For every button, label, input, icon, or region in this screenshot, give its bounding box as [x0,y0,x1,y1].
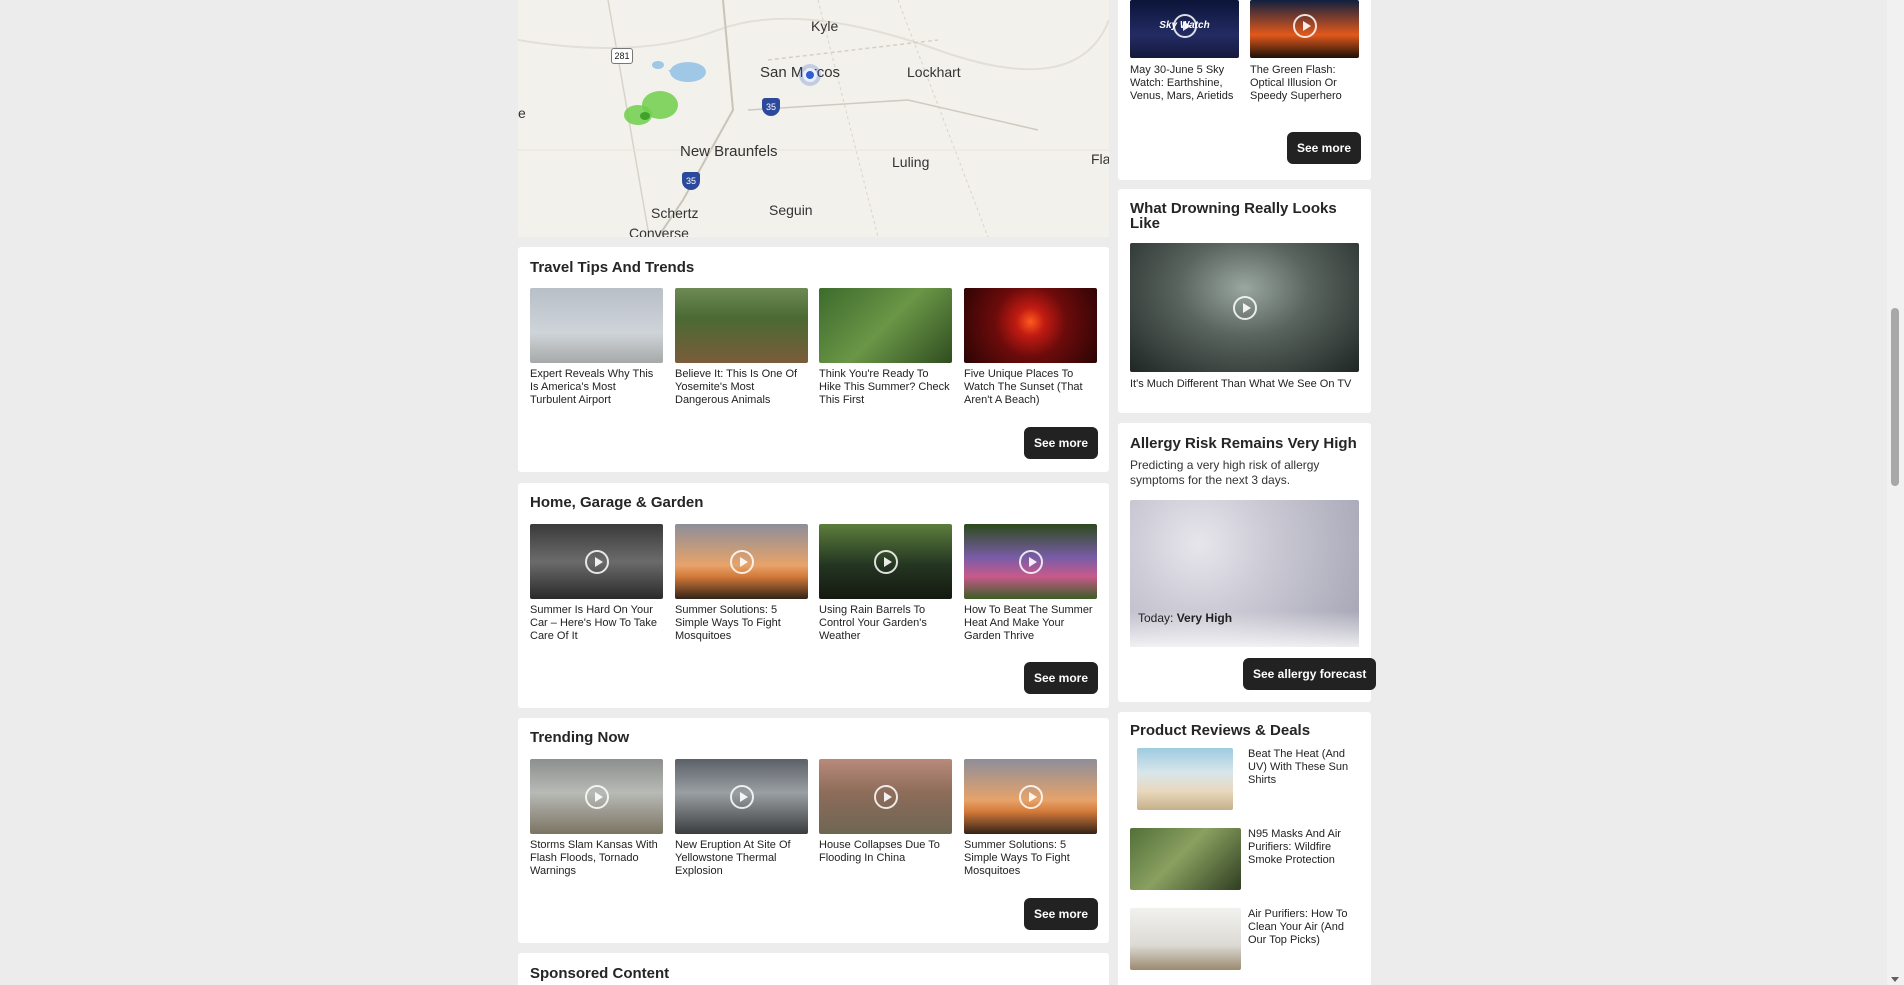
video-caption[interactable]: May 30-June 5 Sky Watch: Earthshine, Ven… [1130,64,1239,103]
video-thumbnail[interactable] [675,759,808,834]
interstate-shield-icon: 35 [762,98,780,116]
play-icon [1232,295,1257,320]
play-icon [1292,14,1317,38]
card-title: What Drowning Really Looks Like [1130,200,1337,232]
allergy-description: Predicting a very high risk of allergy s… [1130,458,1320,487]
page-scrollbar[interactable] [1887,0,1904,985]
video-caption[interactable]: Summer Solutions: 5 Simple Ways To Fight… [675,604,808,643]
sponsored-content-section: Sponsored Content [518,953,1109,985]
video-thumbnail[interactable] [530,524,663,599]
video-caption[interactable]: Summer Solutions: 5 Simple Ways To Fight… [964,839,1097,878]
sidebar-videos-card: Sky Watch May 30-June 5 Sky Watch: Earth… [1118,0,1371,180]
pollen-image: Today: Very High [1130,500,1359,647]
map-city-label: e [518,105,526,121]
play-icon [584,549,609,574]
scrollbar-thumb[interactable] [1891,308,1899,486]
article-thumbnail[interactable] [675,288,808,363]
map-city-label: Seguin [769,202,813,218]
map-city-label: Lockhart [907,64,961,80]
section-title: Sponsored Content [530,965,670,982]
play-icon [584,784,609,809]
article-caption[interactable]: Think You're Ready To Hike This Summer? … [819,368,952,407]
product-thumbnail[interactable] [1130,908,1241,970]
video-thumbnail[interactable] [964,759,1097,834]
video-caption[interactable]: Using Rain Barrels To Control Your Garde… [819,604,952,643]
play-icon [1018,549,1043,574]
home-garage-garden-section: Home, Garage & Garden Summer Is Hard On … [518,483,1109,708]
highway-number: 281 [614,51,630,61]
article-caption[interactable]: Believe It: This Is One Of Yosemite's Mo… [675,368,808,407]
map-city-label: Luling [892,154,930,170]
highway-number: 35 [765,102,776,112]
product-thumbnail[interactable] [1130,828,1241,890]
map-city-label: Kyle [811,18,839,34]
section-title: Trending Now [530,729,630,746]
play-icon [873,784,898,809]
allergy-today-row: Today: Very High [1138,611,1232,625]
map-city-label: Schertz [651,205,699,221]
see-more-button[interactable]: See more [1024,898,1099,930]
article-thumbnail[interactable] [964,288,1097,363]
video-thumbnail[interactable] [675,524,808,599]
map-roads [518,0,1109,237]
map-city-label: San Marcos [760,64,841,81]
video-thumbnail[interactable] [819,524,952,599]
video-thumbnail[interactable] [530,759,663,834]
see-more-button[interactable]: See more [1024,427,1099,459]
radar-map[interactable]: Kyle San Marcos Lockhart New Braunfels L… [518,0,1109,237]
article-thumbnail[interactable] [530,288,663,363]
product-caption[interactable]: Beat The Heat (And UV) With These Sun Sh… [1248,748,1358,787]
location-pin-icon [803,68,817,82]
product-caption[interactable]: Air Purifiers: How To Clean Your Air (An… [1248,908,1358,947]
video-thumbnail[interactable] [1250,0,1359,58]
map-city-label: Converse [629,225,689,237]
map-city-label: Fla [1091,151,1109,167]
highway-number: 35 [685,176,696,186]
video-caption[interactable]: How To Beat The Summer Heat And Make You… [964,604,1097,643]
allergy-today-label: Today: [1138,611,1174,625]
section-title: Home, Garage & Garden [530,494,704,511]
video-caption[interactable]: New Eruption At Site Of Yellowstone Ther… [675,839,808,878]
see-more-button[interactable]: See more [1024,662,1099,694]
scroll-down-arrow-icon[interactable] [1891,977,1899,982]
allergy-today-value: Very High [1176,611,1233,625]
trending-now-section: Trending Now Storms Slam Kansas With Fla… [518,718,1109,943]
allergy-card: Allergy Risk Remains Very High Predictin… [1118,423,1377,702]
play-icon [1172,14,1197,38]
map-city-label: New Braunfels [680,143,778,160]
video-thumbnail[interactable] [819,759,952,834]
highway-shield-icon: 281 [611,48,633,64]
product-thumbnail[interactable] [1137,748,1233,810]
video-caption[interactable]: House Collapses Due To Flooding In China [819,839,952,865]
section-title: Travel Tips And Trends [530,259,695,276]
video-thumbnail[interactable] [964,524,1097,599]
play-icon [729,784,754,809]
card-title: Product Reviews & Deals [1130,722,1311,739]
travel-tips-section: Travel Tips And Trends Expert Reveals Wh… [518,247,1109,472]
video-caption[interactable]: Storms Slam Kansas With Flash Floods, To… [530,839,663,878]
video-caption[interactable]: Summer Is Hard On Your Car – Here's How … [530,604,663,643]
article-caption[interactable]: Expert Reveals Why This Is America's Mos… [530,368,663,407]
product-caption[interactable]: N95 Masks And Air Purifiers: Wildfire Sm… [1248,828,1358,867]
article-caption[interactable]: Five Unique Places To Watch The Sunset (… [964,368,1097,407]
video-thumbnail[interactable]: Sky Watch [1130,0,1239,58]
video-caption[interactable]: It's Much Different Than What We See On … [1130,378,1359,391]
play-icon [1018,784,1043,809]
interstate-shield-icon: 35 [682,172,700,190]
product-reviews-card: Product Reviews & Deals Beat The Heat (A… [1118,712,1371,985]
drowning-video-card: What Drowning Really Looks Like It's Muc… [1118,189,1371,413]
video-thumbnail[interactable] [1130,243,1359,372]
see-allergy-forecast-button[interactable]: See allergy forecast [1243,658,1377,690]
card-title: Allergy Risk Remains Very High [1130,435,1357,452]
video-caption[interactable]: The Green Flash: Optical Illusion Or Spe… [1250,64,1359,103]
see-more-button[interactable]: See more [1287,132,1362,164]
play-icon [729,549,754,574]
article-thumbnail[interactable] [819,288,952,363]
play-icon [873,549,898,574]
